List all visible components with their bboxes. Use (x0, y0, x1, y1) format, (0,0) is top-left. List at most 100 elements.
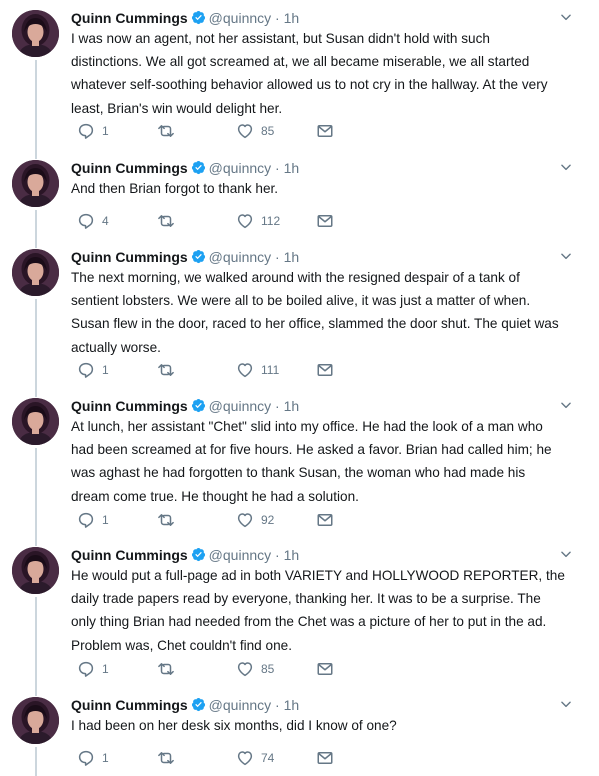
like-button[interactable]: 85 (236, 121, 274, 141)
tweet-text-line: Susan flew in the door, raced to her off… (71, 316, 559, 332)
envelope-icon (316, 212, 334, 230)
retweet-button[interactable] (157, 748, 182, 768)
tweet-content: Quinn Cummings @quinncy · 1h And then Bria… (71, 150, 583, 239)
author-name[interactable]: Quinn Cummings (71, 160, 188, 176)
envelope-icon (316, 361, 334, 379)
tweet-text-line: dream come true. He thought he had a sol… (71, 488, 359, 504)
tweet-header: Quinn Cummings @quinncy · 1h (71, 158, 299, 178)
tweet-content: Quinn Cummings @quinncy · 1h He would put … (71, 537, 583, 687)
chevron-down-icon[interactable] (559, 249, 573, 263)
direct-message-button[interactable] (316, 211, 334, 231)
reply-count: 1 (102, 363, 109, 377)
retweet-button[interactable] (157, 659, 182, 679)
reply-button[interactable]: 1 (77, 659, 109, 679)
tweet-text-line: actually worse. (71, 339, 161, 355)
direct-message-button[interactable] (316, 121, 334, 141)
reply-count: 1 (102, 513, 109, 527)
like-button[interactable]: 74 (236, 748, 274, 768)
avatar[interactable] (12, 697, 59, 744)
author-handle[interactable]: @quinncy (209, 398, 271, 414)
reply-count: 4 (102, 214, 109, 228)
tweet-timestamp[interactable]: 1h (284, 398, 300, 414)
verified-badge-icon (191, 547, 206, 562)
avatar[interactable] (12, 160, 59, 207)
thread-connector-line (35, 299, 37, 397)
chevron-down-icon[interactable] (559, 697, 573, 711)
avatar[interactable] (12, 10, 59, 57)
tweet-header: Quinn Cummings @quinncy · 1h (71, 695, 299, 715)
tweet-actions: 1 111 (77, 360, 397, 380)
like-count: 112 (261, 214, 281, 228)
reply-button[interactable]: 1 (77, 121, 109, 141)
tweet-timestamp[interactable]: 1h (284, 697, 300, 713)
tweet-timestamp[interactable]: 1h (284, 547, 300, 563)
author-handle[interactable]: @quinncy (209, 249, 271, 265)
separator-dot: · (275, 398, 280, 414)
direct-message-button[interactable] (316, 360, 334, 380)
tweet-timestamp[interactable]: 1h (284, 10, 300, 26)
tweet-text: At lunch, her assistant "Chet" slid into… (71, 415, 583, 508)
like-count: 85 (261, 124, 275, 138)
tweet[interactable]: Quinn Cummings @quinncy · 1h I had been on… (0, 687, 599, 776)
reply-count: 1 (102, 124, 109, 138)
tweet-timestamp[interactable]: 1h (284, 160, 300, 176)
retweet-button[interactable] (157, 510, 182, 530)
tweet-text: He would put a full-page ad in both VARI… (71, 564, 583, 657)
avatar[interactable] (12, 398, 59, 445)
chevron-down-icon[interactable] (559, 10, 573, 24)
thread-connector-line (35, 747, 37, 776)
heart-icon (236, 122, 254, 140)
tweet-timestamp[interactable]: 1h (284, 249, 300, 265)
tweet-text: And then Brian forgot to thank her. (71, 177, 583, 200)
verified-badge-icon (191, 10, 206, 25)
tweet-actions: 4 112 (77, 211, 397, 231)
verified-badge-icon (191, 249, 206, 264)
reply-button[interactable]: 1 (77, 748, 109, 768)
tweet[interactable]: Quinn Cummings @quinncy · 1h At lunch, her… (0, 388, 599, 546)
tweet[interactable]: Quinn Cummings @quinncy · 1h The next morn… (0, 239, 599, 397)
retweet-button[interactable] (157, 121, 182, 141)
author-handle[interactable]: @quinncy (209, 697, 271, 713)
tweet[interactable]: Quinn Cummings @quinncy · 1h And then Bria… (0, 150, 599, 248)
tweet-header: Quinn Cummings @quinncy · 1h (71, 396, 299, 416)
like-button[interactable]: 92 (236, 510, 274, 530)
reply-icon (77, 122, 95, 140)
author-handle[interactable]: @quinncy (209, 547, 271, 563)
chevron-down-icon[interactable] (559, 547, 573, 561)
chevron-down-icon[interactable] (559, 160, 573, 174)
direct-message-button[interactable] (316, 510, 334, 530)
like-count: 92 (261, 513, 275, 527)
avatar[interactable] (12, 249, 59, 296)
like-button[interactable]: 112 (236, 211, 280, 231)
tweet[interactable]: Quinn Cummings @quinncy · 1h He would put … (0, 537, 599, 696)
tweet-text-line: distinctions. We all got screamed at, we… (71, 54, 530, 70)
verified-badge-icon (191, 398, 206, 413)
direct-message-button[interactable] (316, 659, 334, 679)
separator-dot: · (275, 249, 280, 265)
author-handle[interactable]: @quinncy (209, 160, 271, 176)
author-name[interactable]: Quinn Cummings (71, 697, 188, 713)
author-name[interactable]: Quinn Cummings (71, 10, 188, 26)
reply-button[interactable]: 1 (77, 510, 109, 530)
direct-message-button[interactable] (316, 748, 334, 768)
tweet[interactable]: Quinn Cummings @quinncy · 1h I was now an … (0, 0, 599, 159)
tweet-text-line: was aghast he had forgotten to thank Sus… (71, 465, 526, 481)
like-count: 74 (261, 751, 275, 765)
avatar[interactable] (12, 547, 59, 594)
tweet-text-line: He would put a full-page ad in both VARI… (71, 568, 565, 583)
tweet-actions: 1 85 (77, 121, 397, 141)
like-button[interactable]: 111 (236, 360, 279, 380)
reply-button[interactable]: 4 (77, 211, 109, 231)
author-name[interactable]: Quinn Cummings (71, 547, 188, 563)
author-name[interactable]: Quinn Cummings (71, 249, 188, 265)
heart-icon (236, 212, 254, 230)
chevron-down-icon[interactable] (559, 398, 573, 412)
retweet-button[interactable] (157, 211, 182, 231)
reply-button[interactable]: 1 (77, 360, 109, 380)
like-button[interactable]: 85 (236, 659, 274, 679)
heart-icon (236, 511, 254, 529)
tweet-text-line: only thing Brian had needed from the Che… (71, 614, 547, 630)
author-handle[interactable]: @quinncy (209, 10, 271, 26)
retweet-button[interactable] (157, 360, 182, 380)
author-name[interactable]: Quinn Cummings (71, 398, 188, 414)
